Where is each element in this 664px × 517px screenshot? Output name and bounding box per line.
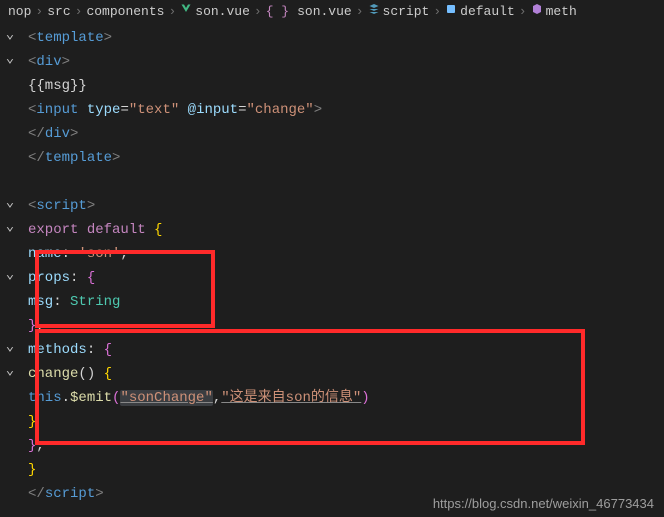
code-line[interactable]: } — [20, 458, 664, 482]
crumb-components[interactable]: components — [86, 4, 164, 19]
code-line[interactable]: props: { — [20, 266, 664, 290]
code-line[interactable]: change() { — [20, 362, 664, 386]
code-line[interactable]: {{msg}} — [20, 74, 664, 98]
chevron-right-icon: › — [75, 4, 83, 19]
code-line[interactable]: } — [20, 410, 664, 434]
code-line[interactable]: <template> — [20, 26, 664, 50]
fold-chevron-icon[interactable]: ⌄ — [2, 190, 18, 214]
crumb-sonvue[interactable]: son.vue — [297, 4, 352, 19]
code-line[interactable]: </template> — [20, 146, 664, 170]
code-line[interactable] — [20, 170, 664, 194]
code-line[interactable]: <div> — [20, 50, 664, 74]
method-icon — [531, 3, 543, 19]
code-line[interactable]: </div> — [20, 122, 664, 146]
code-line[interactable]: export default { — [20, 218, 664, 242]
chevron-right-icon: › — [356, 4, 364, 19]
fold-chevron-icon[interactable]: ⌄ — [2, 46, 18, 70]
code-line[interactable]: msg: String — [20, 290, 664, 314]
chevron-right-icon: › — [254, 4, 262, 19]
breadcrumb[interactable]: nop › src › components › son.vue › { } s… — [0, 0, 664, 22]
fold-chevron-icon[interactable]: ⌄ — [2, 22, 18, 46]
code-line[interactable]: }, — [20, 434, 664, 458]
chevron-right-icon: › — [519, 4, 527, 19]
watermark-text: https://blog.csdn.net/weixin_46773434 — [433, 496, 654, 511]
module-icon — [368, 3, 380, 19]
code-line[interactable]: methods: { — [20, 338, 664, 362]
code-line[interactable]: }, — [20, 314, 664, 338]
code-line[interactable]: <input type="text" @input="change"> — [20, 98, 664, 122]
crumb-src[interactable]: src — [47, 4, 70, 19]
crumb-shop[interactable]: nop — [8, 4, 31, 19]
crumb-methods[interactable]: meth — [546, 4, 577, 19]
chevron-right-icon: › — [433, 4, 441, 19]
code-editor[interactable]: ⌄ ⌄ ⌄ ⌄ ⌄ ⌄ ⌄ <template> <div> {{msg}} <… — [0, 22, 664, 506]
fold-chevron-icon[interactable]: ⌄ — [2, 214, 18, 238]
chevron-right-icon: › — [168, 4, 176, 19]
code-line[interactable]: this.$emit("sonChange","这是来自son的信息") — [20, 386, 664, 410]
variable-icon — [445, 3, 457, 19]
code-line[interactable]: name: 'son', — [20, 242, 664, 266]
crumb-script[interactable]: script — [383, 4, 430, 19]
braces-icon: { } — [266, 4, 289, 19]
fold-chevron-icon[interactable]: ⌄ — [2, 358, 18, 382]
code-line[interactable]: <script> — [20, 194, 664, 218]
vue-file-icon — [180, 3, 192, 19]
fold-chevron-icon[interactable]: ⌄ — [2, 262, 18, 286]
chevron-right-icon: › — [35, 4, 43, 19]
fold-chevron-icon[interactable]: ⌄ — [2, 334, 18, 358]
crumb-default[interactable]: default — [460, 4, 515, 19]
crumb-file[interactable]: son.vue — [195, 4, 250, 19]
